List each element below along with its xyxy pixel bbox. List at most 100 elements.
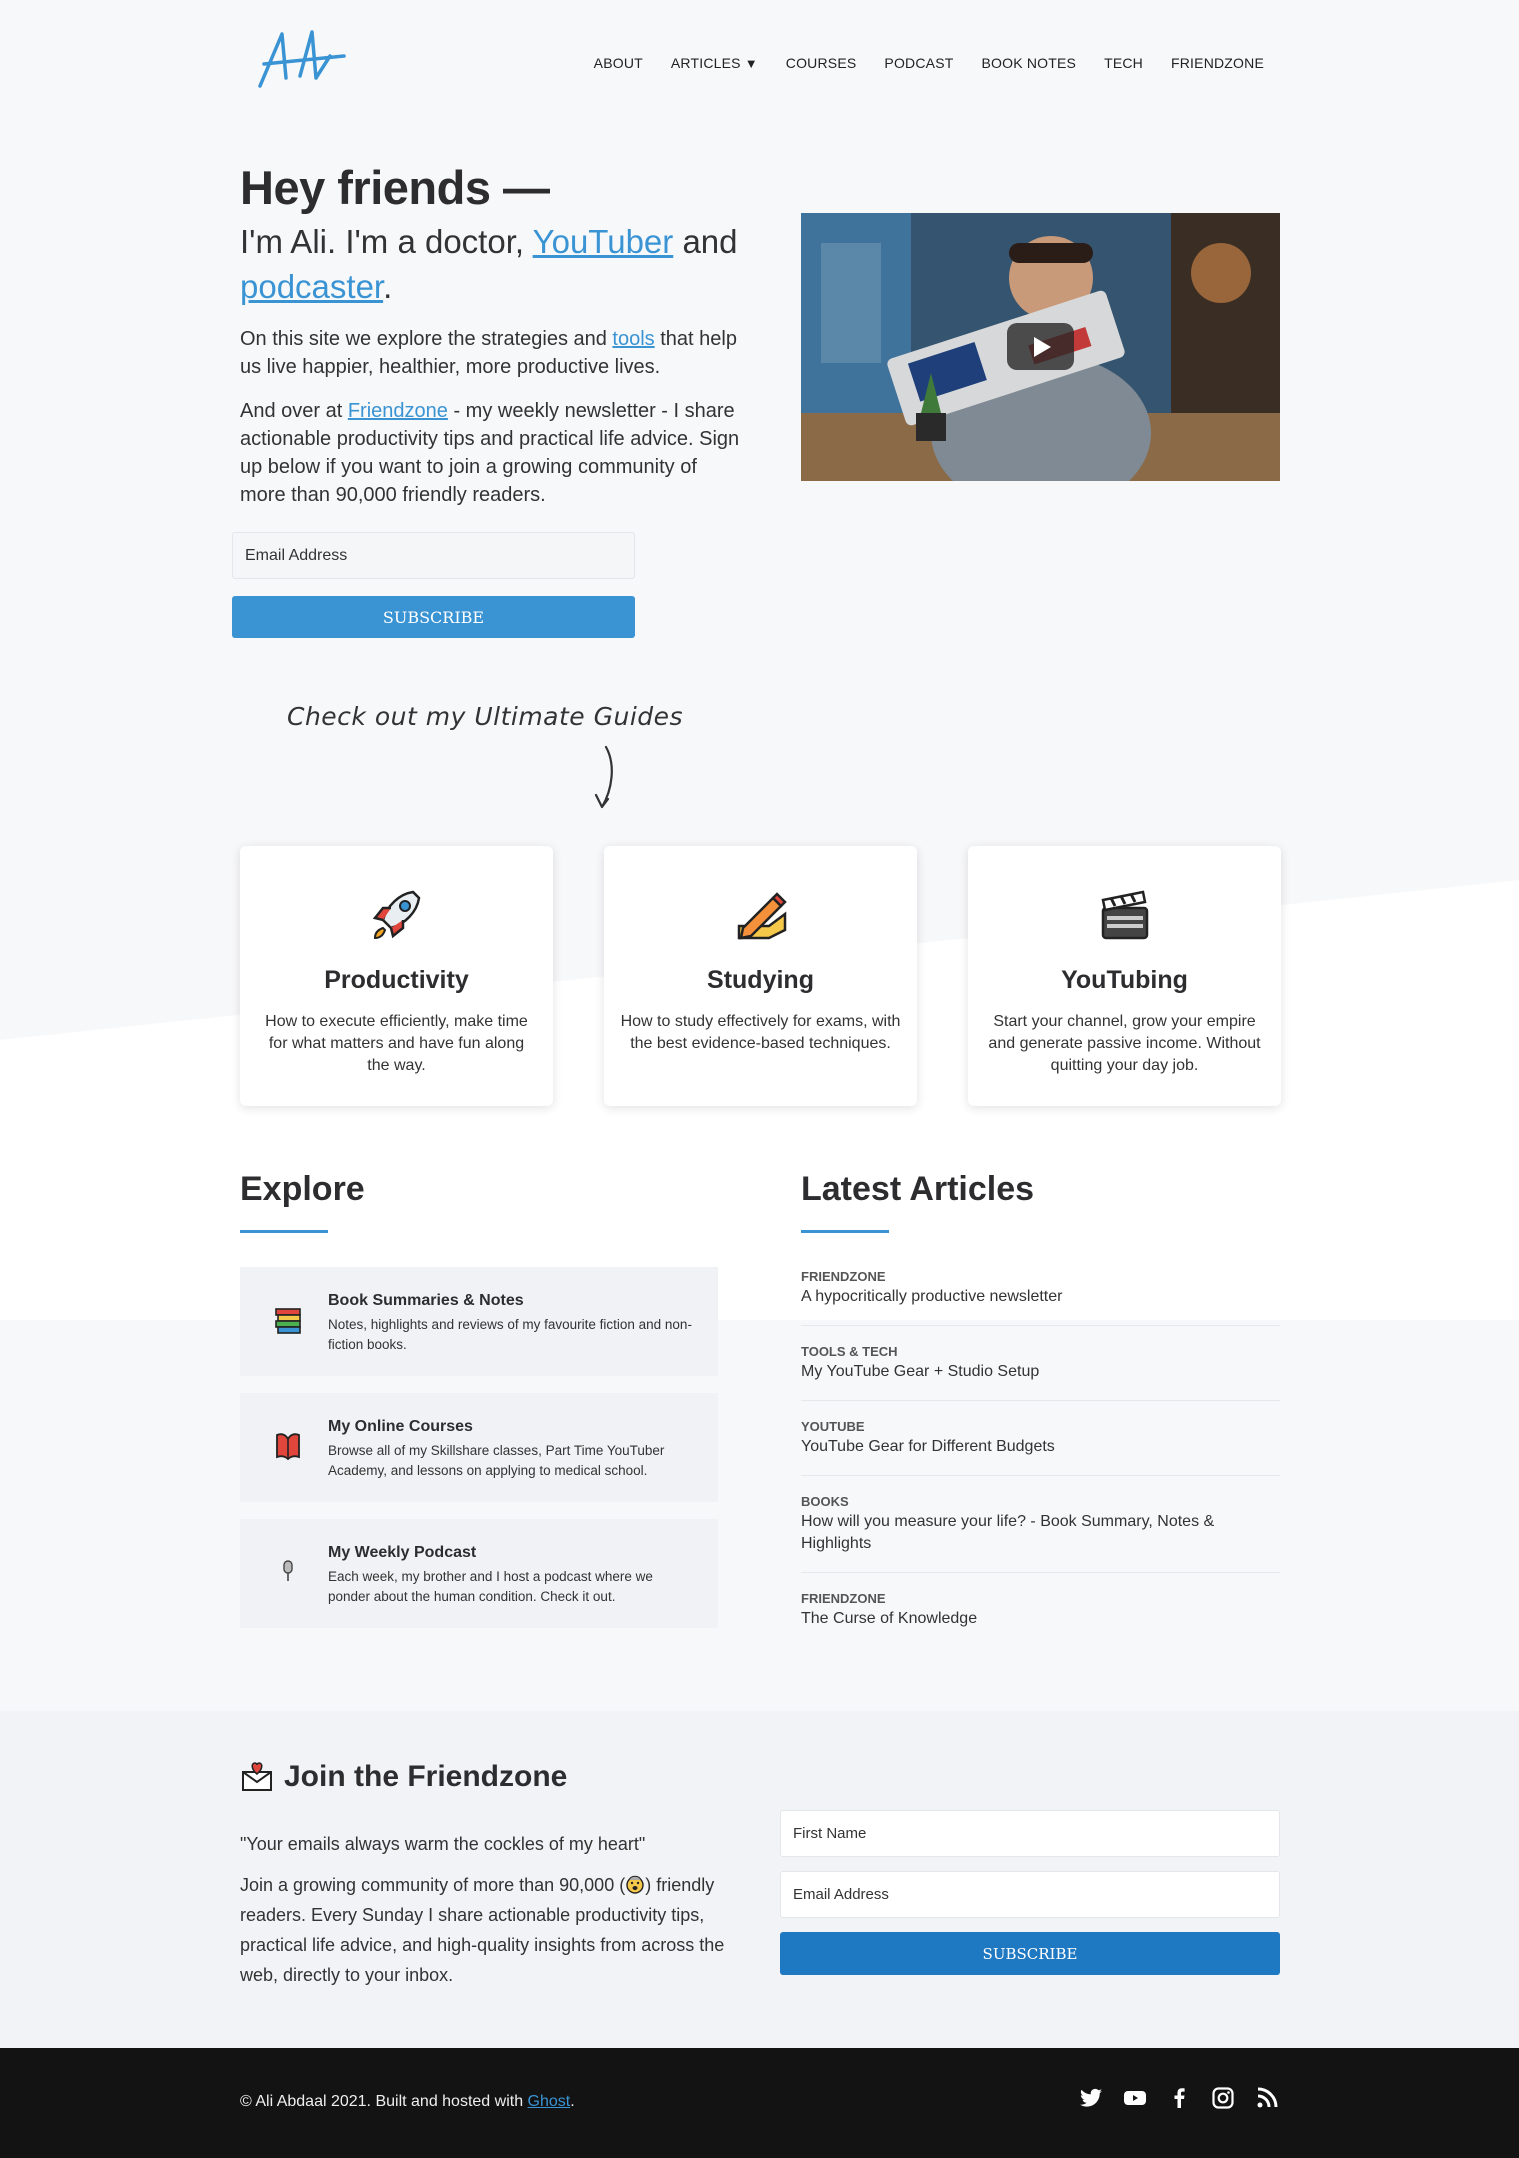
join-section — [0, 1711, 1519, 2048]
explore-item-desc: Notes, highlights and reviews of my favo… — [328, 1317, 692, 1352]
facebook-icon[interactable] — [1167, 2086, 1191, 2110]
divider — [801, 1572, 1280, 1573]
latest-articles-title: Latest Articles — [801, 1170, 1035, 1208]
tools-link[interactable]: tools — [612, 328, 654, 350]
article-title: YouTube Gear for Different Budgets — [801, 1438, 1055, 1455]
card-desc: How to execute efficiently, make time fo… — [265, 1013, 528, 1074]
hero-subscribe-button[interactable]: SUBSCRIBE — [232, 596, 635, 638]
nav-courses[interactable]: COURSES — [786, 55, 857, 71]
card-title: YouTubing — [1061, 966, 1188, 994]
nav-friendzone[interactable]: FRIENDZONE — [1171, 55, 1264, 71]
pencil-icon — [604, 886, 917, 946]
join-p-text: Join a growing community of more than 90… — [240, 1875, 626, 1895]
ghost-link[interactable]: Ghost — [528, 2093, 571, 2110]
footer-copyright: © Ali Abdaal 2021. Built and hosted with… — [240, 2093, 575, 2111]
latest-underline — [801, 1230, 889, 1233]
divider — [801, 1475, 1280, 1476]
explore-item-desc: Each week, my brother and I host a podca… — [328, 1569, 653, 1604]
twitter-icon[interactable] — [1079, 2086, 1103, 2110]
article-title: How will you measure your life? - Book S… — [801, 1513, 1215, 1552]
join-email-input[interactable] — [780, 1871, 1280, 1918]
explore-item-title: Book Summaries & Notes — [328, 1292, 524, 1309]
article-item[interactable]: YOUTUBE YouTube Gear for Different Budge… — [801, 1419, 1280, 1458]
nav-links: ABOUT ARTICLES ▼ COURSES PODCAST BOOK NOT… — [594, 55, 1264, 71]
card-desc: How to study effectively for exams, with… — [620, 1013, 901, 1052]
nav-articles-label: ARTICLES — [670, 55, 741, 71]
hero-sub-text2: and — [673, 223, 738, 260]
rocket-icon — [240, 886, 553, 946]
podcaster-link[interactable]: podcaster — [240, 268, 383, 305]
article-item[interactable]: FRIENDZONE The Curse of Knowledge — [801, 1591, 1280, 1630]
guide-card-studying[interactable]: Studying How to study effectively for ex… — [604, 846, 917, 1106]
hero-paragraph-1: On this site we explore the strategies a… — [240, 325, 740, 381]
card-title: Studying — [707, 966, 814, 994]
explore-item-title: My Weekly Podcast — [328, 1544, 477, 1561]
hero-intro: Hey friends — I'm Ali. I'm a doctor, You… — [240, 160, 740, 509]
copyright-text: © Ali Abdaal 2021. Built and hosted with — [240, 2093, 528, 2110]
top-nav: ABOUT ARTICLES ▼ COURSES PODCAST BOOK NOT… — [0, 0, 1519, 130]
divider — [801, 1325, 1280, 1326]
notebook-icon — [276, 1433, 300, 1461]
card-title: Productivity — [324, 966, 469, 994]
explore-item-courses[interactable]: My Online Courses Browse all of my Skill… — [240, 1393, 718, 1502]
article-tag: FRIENDZONE — [801, 1269, 886, 1284]
video-thumbnail[interactable] — [801, 213, 1280, 481]
play-button[interactable] — [1007, 323, 1074, 370]
hero-subtitle: I'm Ali. I'm a doctor, YouTuber and podc… — [240, 219, 740, 309]
mind-blown-icon — [626, 1875, 644, 1894]
divider — [801, 1400, 1280, 1401]
logo[interactable] — [252, 26, 348, 94]
explore-title: Explore — [240, 1170, 365, 1208]
explore-item-podcast[interactable]: My Weekly Podcast Each week, my brother … — [240, 1519, 718, 1628]
nav-articles[interactable]: ARTICLES ▼ — [671, 55, 758, 71]
join-title-text: Join the Friendzone — [284, 1760, 568, 1793]
nav-about[interactable]: ABOUT — [594, 55, 643, 71]
card-desc: Start your channel, grow your empire and… — [988, 1013, 1261, 1074]
explore-item-desc: Browse all of my Skillshare classes, Par… — [328, 1443, 665, 1478]
hero-email-input[interactable] — [232, 532, 635, 579]
article-tag: FRIENDZONE — [801, 1591, 886, 1606]
guides-handwritten-note: Check out my Ultimate Guides — [287, 702, 684, 731]
guide-card-productivity[interactable]: Productivity How to execute efficiently,… — [240, 846, 553, 1106]
youtuber-link[interactable]: YouTuber — [533, 223, 674, 260]
article-tag: TOOLS & TECH — [801, 1344, 898, 1359]
chevron-down-icon: ▼ — [744, 56, 758, 71]
copyright-end: . — [570, 2093, 575, 2110]
love-letter-icon — [242, 1762, 272, 1791]
join-subscribe-button[interactable]: SUBSCRIBE — [780, 1932, 1280, 1975]
books-icon — [275, 1308, 301, 1334]
explore-item-books[interactable]: Book Summaries & Notes Notes, highlights… — [240, 1267, 718, 1376]
nav-book-notes[interactable]: BOOK NOTES — [982, 55, 1077, 71]
clapperboard-icon — [968, 886, 1281, 946]
instagram-icon[interactable] — [1211, 2086, 1235, 2110]
article-title: A hypocritically productive newsletter — [801, 1288, 1063, 1305]
nav-tech[interactable]: TECH — [1104, 55, 1143, 71]
first-name-input[interactable] — [780, 1810, 1280, 1857]
friendzone-link[interactable]: Friendzone — [348, 400, 448, 422]
guide-card-youtubing[interactable]: YouTubing Start your channel, grow your … — [968, 846, 1281, 1106]
article-item[interactable]: FRIENDZONE A hypocritically productive n… — [801, 1269, 1280, 1308]
article-title: The Curse of Knowledge — [801, 1610, 978, 1627]
microphone-icon — [283, 1560, 293, 1581]
hero-title: Hey friends — — [240, 161, 550, 214]
hero-paragraph-2: And over at Friendzone - my weekly newsl… — [240, 397, 740, 509]
join-paragraph: Join a growing community of more than 90… — [240, 1870, 740, 1990]
rss-icon[interactable] — [1255, 2086, 1279, 2110]
explore-item-title: My Online Courses — [328, 1418, 473, 1435]
article-title: My YouTube Gear + Studio Setup — [801, 1363, 1040, 1380]
hero-p1-text: On this site we explore the strategies a… — [240, 328, 613, 350]
join-title: Join the Friendzone — [240, 1760, 567, 1794]
social-links — [1079, 2086, 1279, 2110]
hero-sub-end: . — [383, 268, 393, 305]
nav-podcast[interactable]: PODCAST — [884, 55, 953, 71]
footer — [0, 2048, 1519, 2158]
article-tag: BOOKS — [801, 1494, 849, 1509]
explore-underline — [240, 1230, 328, 1233]
article-item[interactable]: BOOKS How will you measure your life? - … — [801, 1494, 1280, 1555]
join-quote: "Your emails always warm the cockles of … — [240, 1834, 646, 1854]
hero-p2-text: And over at — [240, 400, 348, 422]
youtube-icon[interactable] — [1123, 2086, 1147, 2110]
hero-sub-text: I'm Ali. I'm a doctor, — [240, 223, 533, 260]
article-item[interactable]: TOOLS & TECH My YouTube Gear + Studio Se… — [801, 1344, 1280, 1383]
arrow-down-icon — [594, 745, 613, 809]
